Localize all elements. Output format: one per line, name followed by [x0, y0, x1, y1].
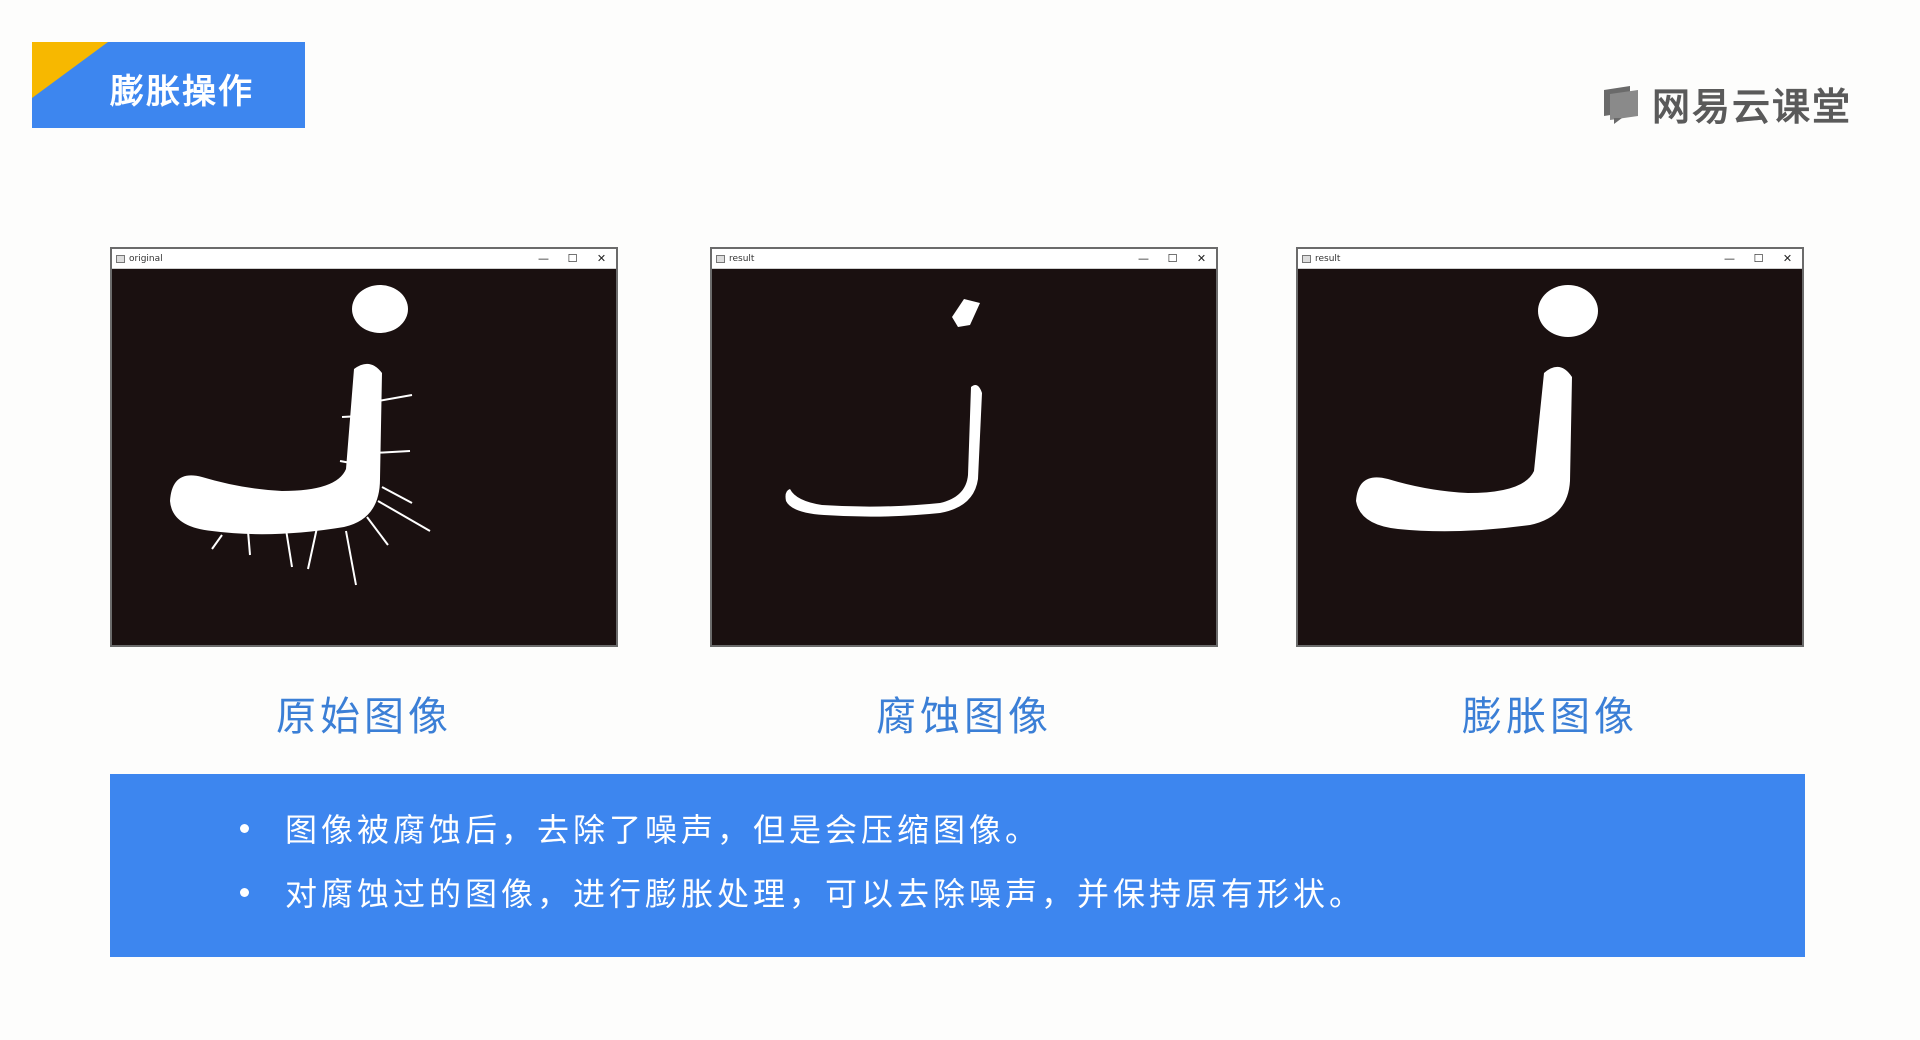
title-corner-decoration — [32, 42, 108, 98]
brand-logo: 网易云课堂 — [1600, 80, 1852, 129]
note-text: 对腐蚀过的图像，进行膨胀处理，可以去除噪声，并保持原有形状。 — [285, 875, 1366, 913]
brand-name: 网易云课堂 — [1652, 84, 1853, 129]
eroded-image-caption: 腐蚀图像 — [876, 694, 1052, 740]
original-image-window: original — ☐ ✕ — [110, 247, 618, 647]
minimize-icon[interactable]: — — [1129, 252, 1158, 265]
bullet-icon — [240, 823, 249, 833]
section-title: 膨胀操作 — [110, 72, 254, 112]
close-icon[interactable]: ✕ — [587, 252, 616, 265]
maximize-icon[interactable]: ☐ — [1158, 252, 1187, 265]
book-logo-icon — [1604, 86, 1638, 124]
window-title: original — [129, 253, 163, 264]
window-title: result — [729, 253, 755, 264]
window-app-icon — [1302, 254, 1311, 263]
notes-panel: 图像被腐蚀后，去除了噪声，但是会压缩图像。 对腐蚀过的图像，进行膨胀处理，可以去… — [110, 774, 1805, 957]
window-titlebar: result — ☐ ✕ — [1298, 249, 1802, 269]
note-item: 对腐蚀过的图像，进行膨胀处理，可以去除噪声，并保持原有形状。 — [110, 875, 1805, 913]
window-titlebar: result — ☐ ✕ — [712, 249, 1216, 269]
window-titlebar: original — ☐ ✕ — [112, 249, 616, 269]
note-item: 图像被腐蚀后，去除了噪声，但是会压缩图像。 — [110, 811, 1805, 849]
close-icon[interactable]: ✕ — [1187, 252, 1216, 265]
original-image — [112, 269, 616, 645]
dilated-image-window: result — ☐ ✕ — [1296, 247, 1804, 647]
window-title: result — [1315, 253, 1341, 264]
close-icon[interactable]: ✕ — [1773, 252, 1802, 265]
dilated-image-caption: 膨胀图像 — [1462, 694, 1638, 740]
window-app-icon — [716, 254, 725, 263]
dilated-image — [1298, 269, 1802, 645]
maximize-icon[interactable]: ☐ — [558, 252, 587, 265]
maximize-icon[interactable]: ☐ — [1744, 252, 1773, 265]
original-image-caption: 原始图像 — [276, 694, 452, 740]
minimize-icon[interactable]: — — [1715, 252, 1744, 265]
eroded-image — [712, 269, 1216, 645]
note-text: 图像被腐蚀后，去除了噪声，但是会压缩图像。 — [285, 811, 1042, 849]
eroded-image-window: result — ☐ ✕ — [710, 247, 1218, 647]
bullet-icon — [240, 887, 249, 897]
window-app-icon — [116, 254, 125, 263]
minimize-icon[interactable]: — — [529, 252, 558, 265]
section-title-tab: 膨胀操作 — [32, 42, 305, 128]
